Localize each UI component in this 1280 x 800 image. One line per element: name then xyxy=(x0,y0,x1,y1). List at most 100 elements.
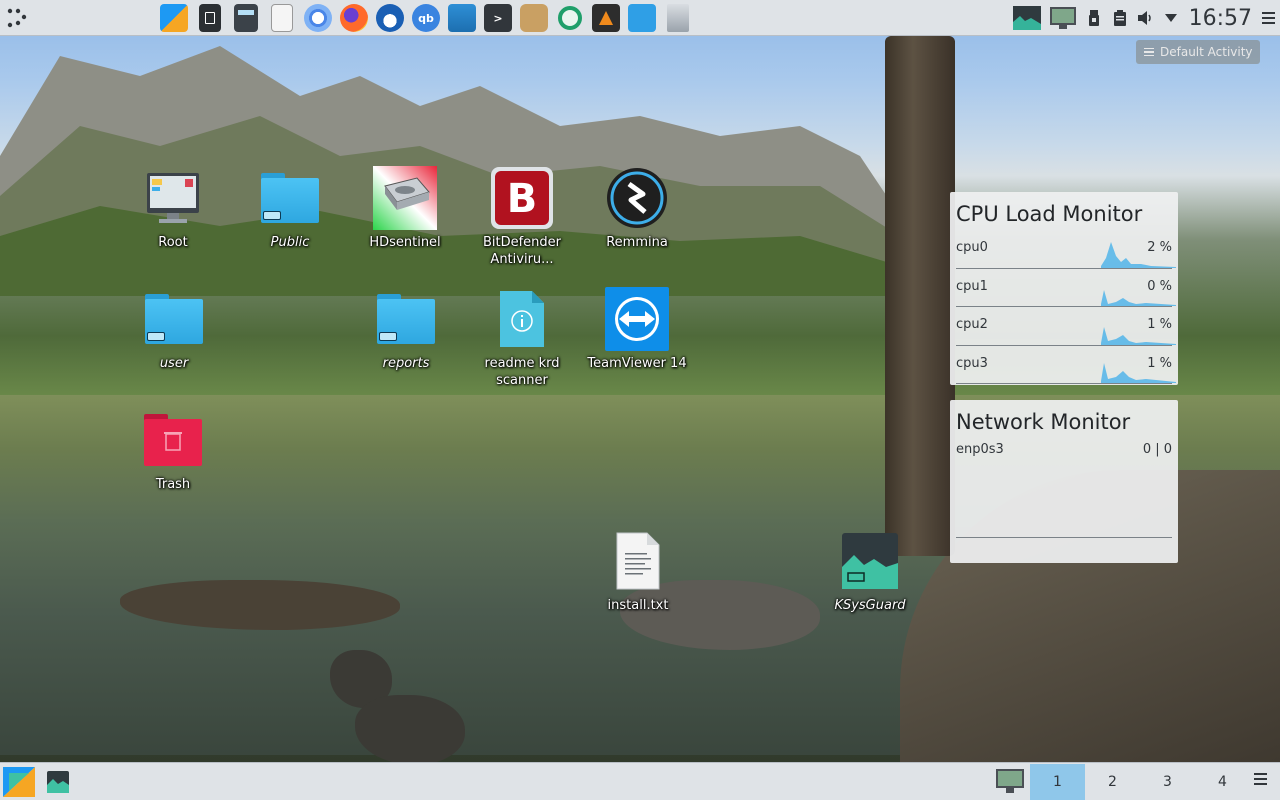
cpu-name: cpu0 xyxy=(956,240,988,255)
clipboard-icon xyxy=(1113,10,1126,26)
cpu-value: 2 % xyxy=(1147,240,1172,255)
volume-icon xyxy=(1137,11,1151,25)
firefox-icon xyxy=(340,4,368,32)
digital-clock[interactable]: 16:57 xyxy=(1183,0,1258,36)
firefox-launcher[interactable] xyxy=(336,2,372,34)
gimp-launcher[interactable] xyxy=(516,2,552,34)
desktop-2[interactable]: 2 xyxy=(1085,764,1140,800)
document-icon xyxy=(271,4,293,32)
kde-dots-icon xyxy=(7,8,27,28)
chromium-launcher[interactable] xyxy=(300,2,336,34)
desktop-4[interactable]: 4 xyxy=(1195,764,1250,800)
qbittorrent-launcher[interactable]: qb xyxy=(408,2,444,34)
default-activity-button[interactable]: Default Activity xyxy=(1136,40,1260,64)
desktop-1[interactable]: 1 xyxy=(1030,764,1085,800)
bottom-panel: 1 2 3 4 xyxy=(0,762,1280,800)
panel-menu-icon[interactable] xyxy=(1254,773,1267,785)
info-file-icon xyxy=(490,287,554,351)
app-launcher-ring[interactable] xyxy=(552,2,588,34)
chromium-icon xyxy=(304,4,332,32)
desktop-icon-user[interactable]: user xyxy=(118,287,230,372)
cpu-value: 1 % xyxy=(1147,355,1172,371)
remote-icon xyxy=(628,4,656,32)
terminal-icon: > xyxy=(484,4,512,32)
terminal-launcher[interactable]: > xyxy=(480,2,516,34)
thunderbird-icon xyxy=(376,4,404,32)
clipboard-tray[interactable] xyxy=(1107,0,1133,36)
icon-label: Remmina xyxy=(606,235,668,250)
widget-title: CPU Load Monitor xyxy=(956,202,1143,226)
system-monitor-tray[interactable] xyxy=(1009,0,1045,36)
network-monitor-widget[interactable]: Network Monitor enp0s3 0 | 0 xyxy=(950,400,1178,563)
volume-tray[interactable] xyxy=(1133,0,1159,36)
icon-label: user xyxy=(159,356,189,371)
desktop-icon-readme[interactable]: readme krd scanner xyxy=(466,287,578,389)
ksysguard-icon xyxy=(838,529,902,593)
icon-label: Trash xyxy=(155,477,191,492)
quick-launch-bar: qb > xyxy=(156,2,696,34)
hard-disk-icon xyxy=(373,166,437,230)
tray-expander[interactable] xyxy=(1159,0,1183,36)
desktop-icon-root[interactable]: Root xyxy=(117,166,229,251)
network-row: enp0s3 0 | 0 xyxy=(956,438,1172,538)
folder-link-icon xyxy=(258,166,322,230)
package-icon xyxy=(667,4,689,32)
teamviewer-icon xyxy=(605,287,669,351)
task-system-monitor[interactable] xyxy=(44,769,72,795)
thunderbird-launcher[interactable] xyxy=(372,2,408,34)
kde-icon xyxy=(160,4,188,32)
kde-icon xyxy=(3,767,35,797)
show-desktop-button[interactable] xyxy=(996,769,1024,793)
calculator-icon xyxy=(234,4,258,32)
activity-menu-icon xyxy=(1144,47,1154,57)
package-launcher[interactable] xyxy=(660,2,696,34)
trash-icon xyxy=(141,408,205,472)
virtual-desktop-pager: 1 2 3 4 xyxy=(1030,764,1250,800)
chevron-down-icon xyxy=(1164,14,1177,22)
desktop-icon-bitdefender[interactable]: B BitDefender Antiviru... xyxy=(466,166,578,268)
file-manager-launcher[interactable] xyxy=(444,2,480,34)
icon-label: install.txt xyxy=(607,598,669,613)
desktop-icon-reports[interactable]: reports xyxy=(350,287,462,372)
desktop-icon-ksysguard[interactable]: KSysGuard xyxy=(814,529,926,614)
display-tray[interactable] xyxy=(1045,0,1081,36)
cpu-row: cpu0 2 % xyxy=(956,230,1176,269)
bitdefender-icon: B xyxy=(490,166,554,230)
application-launcher-button[interactable] xyxy=(6,7,30,29)
desktop-icon-teamviewer[interactable]: TeamViewer 14 xyxy=(581,287,693,372)
notes-launcher[interactable] xyxy=(192,2,228,34)
cpu-name: cpu1 xyxy=(956,278,988,294)
cpu-load-monitor-widget[interactable]: CPU Load Monitor cpu0 2 % cpu1 0 % cpu2 … xyxy=(950,192,1178,385)
vlc-launcher[interactable] xyxy=(588,2,624,34)
remote-desktop-launcher[interactable] xyxy=(624,2,660,34)
interface-name: enp0s3 xyxy=(956,442,1004,457)
cpu-name: cpu2 xyxy=(956,317,988,332)
widget-title: Network Monitor xyxy=(956,410,1131,434)
desktop-icon-remmina[interactable]: Remmina xyxy=(581,166,693,251)
notes-icon xyxy=(199,4,221,32)
system-monitor-icon xyxy=(1012,6,1041,30)
icon-label: HDsentinel xyxy=(369,235,441,250)
svg-text:B: B xyxy=(507,176,538,222)
desktop-icon-public[interactable]: Public xyxy=(234,166,346,251)
activity-label: Default Activity xyxy=(1160,45,1253,59)
tree-trunk xyxy=(885,36,955,556)
desktop-icon-trash[interactable]: Trash xyxy=(117,408,229,493)
icon-label: TeamViewer 14 xyxy=(587,356,687,371)
usb-tray[interactable] xyxy=(1081,0,1107,36)
desktop-icon-hdsentinel[interactable]: HDsentinel xyxy=(349,166,461,251)
calculator-launcher[interactable] xyxy=(228,2,264,34)
desktop-icon-install-txt[interactable]: install.txt xyxy=(582,529,694,614)
kde-menu-button[interactable] xyxy=(3,767,35,797)
kde-logo-launcher[interactable] xyxy=(156,2,192,34)
icon-label: KSysGuard xyxy=(834,598,906,613)
cpu-name: cpu3 xyxy=(956,355,988,371)
folder-link-icon xyxy=(374,287,438,351)
desktop-3[interactable]: 3 xyxy=(1140,764,1195,800)
panel-menu-icon[interactable] xyxy=(1258,0,1280,36)
display-icon xyxy=(996,769,1024,793)
cpu-row: cpu3 1 % xyxy=(956,346,1176,384)
qbittorrent-label: qb xyxy=(418,11,434,25)
display-icon xyxy=(1049,7,1076,29)
text-editor-launcher[interactable] xyxy=(264,2,300,34)
